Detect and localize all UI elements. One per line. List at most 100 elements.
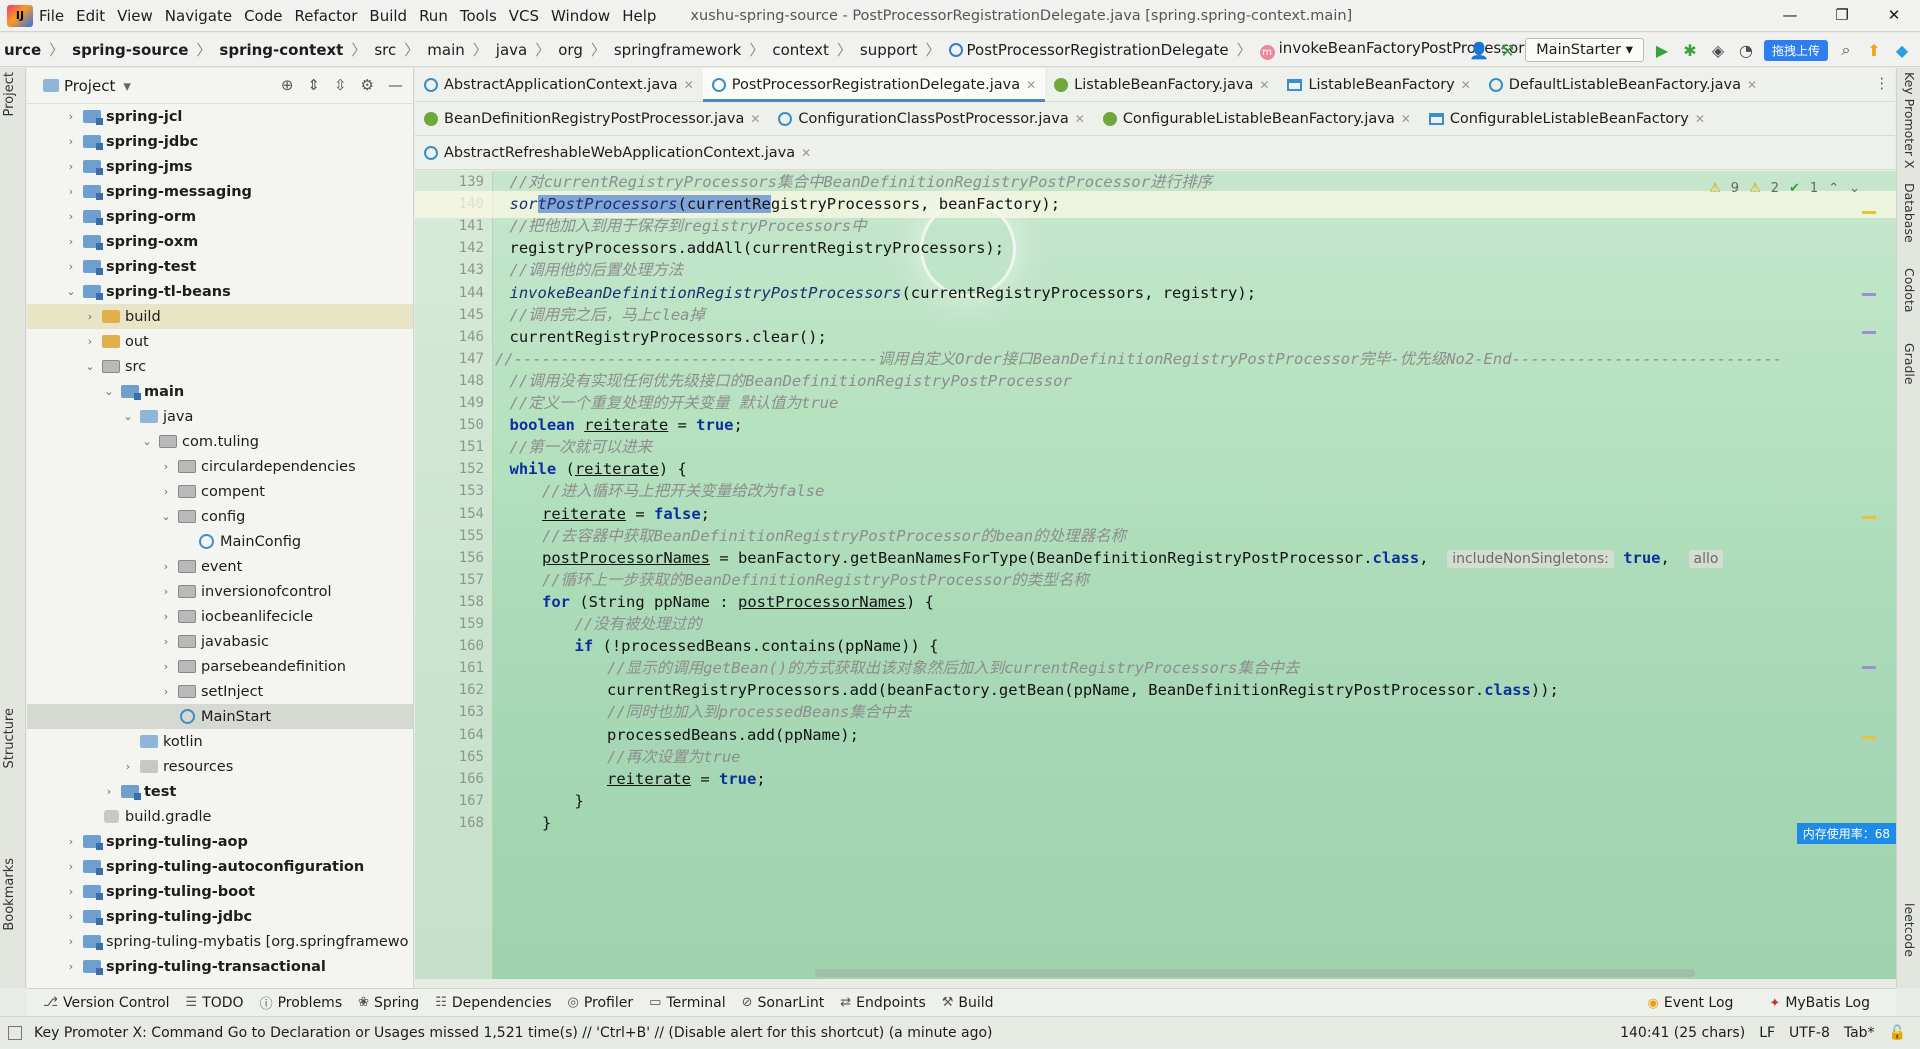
tree-node[interactable]: › javabasic xyxy=(27,629,413,654)
search-icon[interactable]: ⌕ xyxy=(1836,40,1856,60)
key-promoter-tool-tab[interactable]: Key Promoter X xyxy=(1902,72,1917,169)
editor-tab[interactable]: DefaultListableBeanFactory.java ✕ xyxy=(1480,68,1766,102)
chevron-right-icon[interactable]: › xyxy=(158,460,174,473)
profile-icon[interactable]: ◔ xyxy=(1736,40,1756,60)
breadcrumb-item[interactable]: urce xyxy=(0,41,45,59)
tree-node[interactable]: › circulardependencies xyxy=(27,454,413,479)
tree-node[interactable]: › spring-jdbc xyxy=(27,129,413,154)
upload-button[interactable]: 拖拽上传 xyxy=(1763,39,1828,61)
tree-node[interactable]: build.gradle xyxy=(27,804,413,829)
chevron-right-icon[interactable]: › xyxy=(63,210,79,223)
file-encoding[interactable]: UTF-8 xyxy=(1789,1025,1830,1041)
scroll-mark-warning[interactable] xyxy=(1862,736,1876,739)
jetbrains-toolbox-icon[interactable]: ◆ xyxy=(1892,40,1912,60)
chevron-down-icon[interactable]: ⌄ xyxy=(82,360,98,373)
tree-node[interactable]: › spring-test xyxy=(27,254,413,279)
chevron-right-icon[interactable]: › xyxy=(158,560,174,573)
expand-all-icon[interactable]: ⇕ xyxy=(307,76,320,94)
project-tool-tab[interactable]: Project xyxy=(2,72,17,116)
scroll-mark[interactable] xyxy=(1862,293,1876,296)
close-icon[interactable]: ✕ xyxy=(1868,0,1920,32)
menu-item-tools[interactable]: Tools xyxy=(454,7,503,25)
collapse-all-icon[interactable]: ⇳ xyxy=(334,76,347,94)
tree-node[interactable]: › spring-tuling-transactional xyxy=(27,954,413,979)
code-editor[interactable]: 1391401411421431441451461471481491501511… xyxy=(415,171,1896,979)
tool-window-todo[interactable]: ☰ TODO xyxy=(186,995,244,1011)
close-tab-icon[interactable]: ✕ xyxy=(684,78,694,92)
codota-tool-tab[interactable]: Codota xyxy=(1902,268,1917,313)
tree-node[interactable]: › spring-jms xyxy=(27,154,413,179)
tool-window-mybatis-log[interactable]: ✦ MyBatis Log xyxy=(1769,995,1870,1011)
close-tab-icon[interactable]: ✕ xyxy=(1401,112,1411,126)
breadcrumb-item[interactable]: spring-context xyxy=(215,41,347,59)
tree-node[interactable]: › spring-orm xyxy=(27,204,413,229)
chevron-down-icon[interactable]: ⌄ xyxy=(158,510,174,523)
run-config-select[interactable]: MainStarter ▾ xyxy=(1525,38,1644,62)
menu-item-help[interactable]: Help xyxy=(616,7,662,25)
database-tool-tab[interactable]: Database xyxy=(1902,183,1917,243)
breadcrumb-item[interactable]: src xyxy=(370,41,400,59)
breadcrumb-item[interactable]: spring-source xyxy=(68,41,192,59)
close-tab-icon[interactable]: ✕ xyxy=(1695,112,1705,126)
breadcrumb-item[interactable]: main xyxy=(423,41,468,59)
chevron-right-icon[interactable]: › xyxy=(63,910,79,923)
chevron-right-icon[interactable]: › xyxy=(63,885,79,898)
user-icon[interactable]: 👤 xyxy=(1469,40,1489,60)
tree-node[interactable]: › spring-oxm xyxy=(27,229,413,254)
menu-item-navigate[interactable]: Navigate xyxy=(159,7,238,25)
menu-item-file[interactable]: File xyxy=(33,7,70,25)
tool-window-spring[interactable]: ❀ Spring xyxy=(358,995,419,1011)
chevron-right-icon[interactable]: › xyxy=(63,185,79,198)
editor-tab[interactable]: AbstractApplicationContext.java ✕ xyxy=(415,68,703,102)
tree-node[interactable]: ⌄ com.tuling xyxy=(27,429,413,454)
chevron-right-icon[interactable]: › xyxy=(63,935,79,948)
close-tab-icon[interactable]: ✕ xyxy=(1747,78,1757,92)
tree-node[interactable]: › spring-messaging xyxy=(27,179,413,204)
menu-item-edit[interactable]: Edit xyxy=(70,7,111,25)
tree-node[interactable]: › spring-tuling-boot xyxy=(27,879,413,904)
tree-node[interactable]: ⌄ java xyxy=(27,404,413,429)
gear-icon[interactable]: ⚙ xyxy=(361,76,374,94)
scroll-mark[interactable] xyxy=(1862,666,1876,669)
chevron-down-icon[interactable]: ⌄ xyxy=(1849,181,1860,196)
close-tab-icon[interactable]: ✕ xyxy=(801,146,811,160)
tree-node[interactable]: › iocbeanlifecicle xyxy=(27,604,413,629)
chevron-right-icon[interactable]: › xyxy=(63,260,79,273)
maximize-icon[interactable]: ❐ xyxy=(1816,0,1868,32)
editor-tab[interactable]: PostProcessorRegistrationDelegate.java ✕ xyxy=(702,67,1046,102)
chevron-right-icon[interactable]: › xyxy=(158,485,174,498)
indent-setting[interactable]: Tab* xyxy=(1844,1025,1875,1041)
breadcrumb-item[interactable]: context xyxy=(768,41,833,59)
editor-tab[interactable]: ListableBeanFactory.java ✕ xyxy=(1045,68,1278,102)
editor-tab[interactable]: AbstractRefreshableWebApplicationContext… xyxy=(415,136,820,170)
tool-window-event-log[interactable]: ◉ Event Log xyxy=(1648,995,1734,1011)
tree-node[interactable]: › setInject xyxy=(27,679,413,704)
scroll-mark-warning[interactable] xyxy=(1862,516,1876,519)
tool-window-profiler[interactable]: ◎ Profiler xyxy=(568,995,634,1011)
close-tab-icon[interactable]: ✕ xyxy=(1075,112,1085,126)
chevron-right-icon[interactable]: › xyxy=(158,610,174,623)
code-line[interactable]: } xyxy=(415,810,1896,837)
tree-node[interactable]: ⌄ spring-tl-beans xyxy=(27,279,413,304)
tool-window-version-control[interactable]: ⎇ Version Control xyxy=(43,995,170,1011)
tree-node[interactable]: › spring-tuling-aop xyxy=(27,829,413,854)
chevron-right-icon[interactable]: › xyxy=(82,310,98,323)
debug-icon[interactable]: ✱ xyxy=(1680,40,1700,60)
leetcode-tool-tab[interactable]: leetcode xyxy=(1902,903,1917,957)
tree-node[interactable]: ⌄ main xyxy=(27,379,413,404)
editor-tab[interactable]: ConfigurableListableBeanFactory.java ✕ xyxy=(1094,102,1420,136)
tree-node[interactable]: › resources xyxy=(27,754,413,779)
breadcrumb-item[interactable]: support xyxy=(856,41,922,59)
breadcrumb-item[interactable]: springframework xyxy=(610,41,745,59)
close-tab-icon[interactable]: ✕ xyxy=(1259,78,1269,92)
editor-tab[interactable]: ConfigurableListableBeanFactory ✕ xyxy=(1420,102,1714,136)
tool-window-endpoints[interactable]: ⇄ Endpoints xyxy=(840,995,926,1011)
menu-item-window[interactable]: Window xyxy=(545,7,616,25)
chevron-right-icon[interactable]: › xyxy=(101,785,117,798)
chevron-right-icon[interactable]: › xyxy=(63,135,79,148)
gradle-tool-tab[interactable]: Gradle xyxy=(1902,343,1917,385)
chevron-right-icon[interactable]: › xyxy=(158,660,174,673)
tool-window-sonarlint[interactable]: ⊘ SonarLint xyxy=(742,995,825,1011)
tool-window-terminal[interactable]: ▭ Terminal xyxy=(649,995,725,1011)
chevron-right-icon[interactable]: › xyxy=(63,160,79,173)
